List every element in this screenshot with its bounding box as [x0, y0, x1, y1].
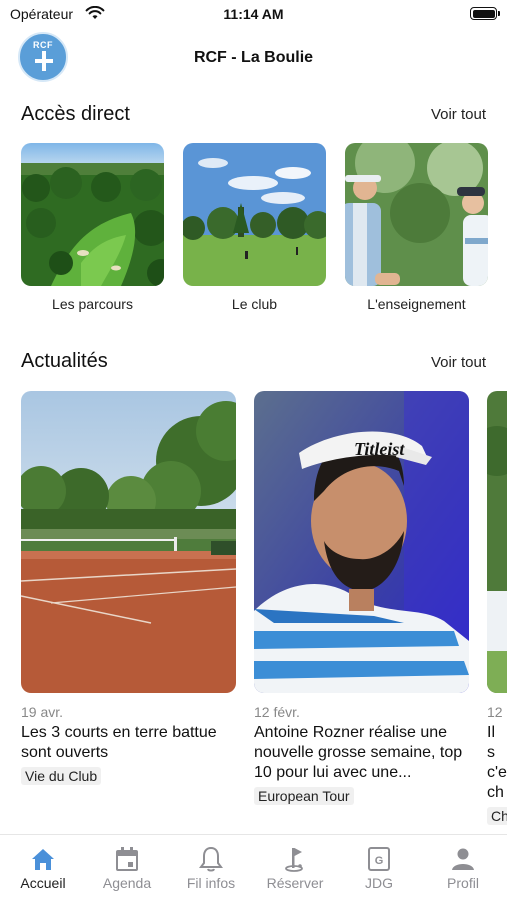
tab-label: JDG [365, 875, 393, 891]
teaching-image [345, 143, 488, 286]
tab-agenda[interactable]: Agenda [85, 845, 169, 891]
svg-text:Titleist: Titleist [354, 439, 405, 459]
jdg-icon: G [368, 847, 390, 871]
tab-profile[interactable]: Profil [421, 845, 505, 891]
quick-access-see-all-button[interactable]: Voir tout [431, 106, 486, 123]
news-card-partial[interactable]: 12 Il s c'e ch Ch [487, 391, 507, 826]
news-category-tag: Vie du Club [21, 767, 102, 785]
news-title: Actualités [21, 350, 108, 372]
quick-access-label: Les parcours [52, 296, 133, 312]
news-headline: Les 3 courts en terre battue sont ouvert… [21, 724, 217, 761]
club-image [183, 143, 326, 286]
golf-flag-icon [285, 848, 303, 872]
tab-label: Réserver [266, 875, 324, 891]
news-image-partial [487, 391, 507, 693]
tab-jdg[interactable]: G JDG [337, 845, 421, 891]
tab-home[interactable]: Accueil [1, 845, 85, 891]
news-category-tag: European Tour [254, 787, 354, 805]
tab-book[interactable]: Réserver [253, 845, 337, 891]
tab-label: Fil infos [186, 875, 236, 891]
quick-access-card-teaching[interactable]: L'enseignement [345, 143, 488, 312]
quick-access-card-courses[interactable]: Les parcours [21, 143, 164, 312]
news-headline: Antoine Rozner réalise une nouvelle gros… [254, 724, 463, 781]
news-headline: Il s c'e ch [487, 724, 507, 801]
courses-image [21, 143, 164, 286]
news-card[interactable]: Titleist 12 févr. Antoine Rozner réalise… [254, 391, 469, 806]
tab-label: Profil [447, 875, 479, 891]
tab-label: Accueil [20, 875, 66, 891]
news-date: 19 avr. [21, 704, 64, 720]
clock: 11:14 AM [223, 6, 284, 22]
quick-access-title: Accès direct [21, 103, 130, 125]
tab-bar: Accueil Agenda Fil infos Réserver G JDG … [0, 834, 507, 900]
app-header: RCF RCF - La Boulie [0, 30, 507, 86]
page-title: RCF - La Boulie [193, 49, 314, 66]
quick-access-card-club[interactable]: Le club [183, 143, 326, 312]
person-icon [452, 848, 474, 870]
tab-news-feed[interactable]: Fil infos [169, 845, 253, 891]
news-date: 12 févr. [254, 704, 300, 720]
calendar-icon [116, 847, 138, 871]
svg-text:G: G [375, 855, 384, 867]
news-see-all-button[interactable]: Voir tout [431, 354, 486, 371]
news-date: 12 [487, 704, 503, 720]
tab-label: Agenda [102, 875, 152, 891]
quick-access-label: L'enseignement [367, 296, 466, 312]
home-icon [32, 849, 54, 870]
news-card[interactable]: 19 avr. Les 3 courts en terre battue son… [21, 391, 236, 786]
news-image-tennis [21, 391, 236, 693]
news-category-tag: Ch [487, 807, 507, 825]
quick-access-label: Le club [231, 296, 278, 312]
battery-icon [470, 7, 500, 20]
status-bar: Opérateur 11:14 AM [0, 0, 507, 28]
bell-icon [199, 846, 223, 872]
news-image-golfer: Titleist [254, 391, 469, 693]
